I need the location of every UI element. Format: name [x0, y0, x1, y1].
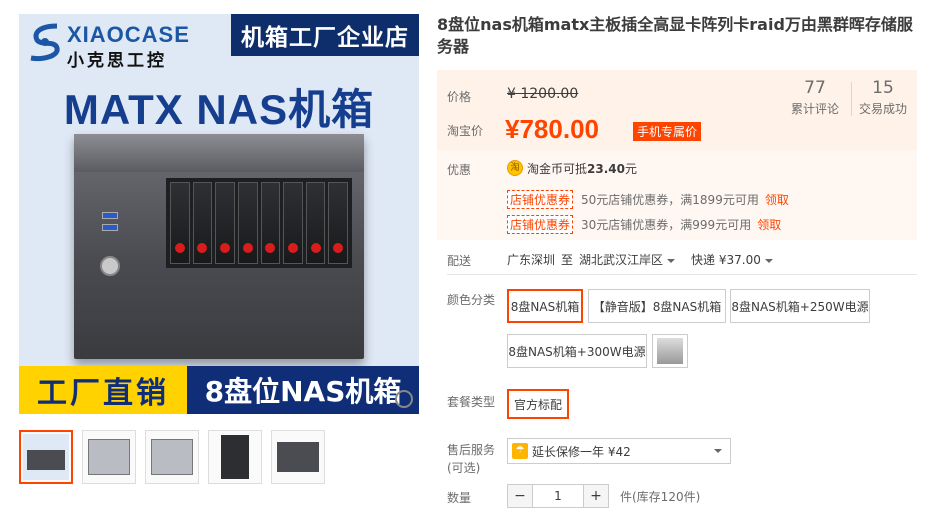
color-option[interactable]: 【静音版】8盘NAS机箱 — [588, 289, 726, 323]
banner-left-text: 工厂直销 — [19, 366, 187, 414]
sales-stat[interactable]: 15 交易成功 — [851, 78, 915, 117]
quantity-input[interactable]: 1 — [533, 484, 583, 508]
coupon-text: 50元店铺优惠券，满1899元可用 — [581, 193, 759, 207]
color-label: 颜色分类 — [447, 293, 496, 307]
thumbnail-image — [23, 434, 69, 480]
coupon-row: 店铺优惠券 30元店铺优惠券，满999元可用 领取 — [507, 215, 781, 234]
thumbnail-1[interactable] — [19, 430, 73, 484]
banner-right-text: 8盘位NAS机箱 — [204, 375, 402, 408]
product-title: 8盘位nas机箱matx主板插全高显卡阵列卡raid万由黑群晖存储服务器 — [437, 15, 913, 56]
coin-text: 淘金币可抵23.40元 — [527, 160, 637, 177]
main-product-image[interactable]: XIAOCASE 小克思工控 机箱工厂企业店 MATX NAS机箱 工厂直销 8… — [19, 14, 419, 414]
taobao-price-label: 淘宝价 — [447, 124, 484, 138]
store-tag: 机箱工厂企业店 — [231, 14, 419, 56]
logo-chinese: 小克思工控 — [67, 51, 167, 71]
power-button-graphic — [100, 256, 120, 276]
ship-method: 快递 ¥37.00 — [691, 253, 761, 267]
coupon-tag: 店铺优惠券 — [507, 215, 574, 234]
thumbnail-2[interactable] — [82, 430, 136, 484]
sales-label: 交易成功 — [858, 102, 907, 116]
ship-method-dropdown[interactable]: 快递 ¥37.00 — [691, 251, 773, 268]
thumbnail-4[interactable] — [208, 430, 262, 484]
shipping-info: 广东深圳 至 湖北武汉江岸区 快递 ¥37.00 — [507, 251, 773, 268]
drive-bay — [192, 182, 213, 264]
quantity-label: 数量 — [447, 491, 472, 505]
coupon-row: 店铺优惠券 50元店铺优惠券，满1899元可用 领取 — [507, 190, 789, 209]
color-option[interactable]: 8盘NAS机箱+300W电源 — [507, 334, 647, 368]
original-price: ¥ 1200.00 — [507, 86, 579, 102]
drive-bay — [215, 182, 235, 264]
drive-bays — [166, 178, 352, 268]
nas-case-illustration — [74, 134, 364, 359]
usb-port — [102, 224, 118, 231]
logo-mark-icon — [30, 23, 60, 61]
warranty-select[interactable]: ☂ 延长保修一年 ¥42 — [507, 438, 731, 464]
quantity-stepper: − 1 + — [507, 484, 609, 508]
coupon-tag: 店铺优惠券 — [507, 190, 574, 209]
current-price: ¥780.00 — [505, 114, 599, 144]
shipping-label: 配送 — [447, 254, 472, 268]
chevron-down-icon — [667, 258, 676, 263]
case-top — [74, 134, 364, 172]
taobao-coin-icon: 淘 — [507, 160, 523, 176]
ship-from: 广东深圳 — [507, 253, 556, 267]
brand-logo: XIAOCASE 小克思工控 — [27, 20, 190, 71]
coin-text-prefix: 淘金币可抵 — [527, 162, 588, 176]
drive-bay — [260, 182, 281, 264]
warranty-value: 延长保修一年 ¥42 — [532, 444, 631, 459]
color-swatch-image — [657, 338, 683, 364]
color-option[interactable]: 8盘NAS机箱 — [507, 289, 583, 323]
divider — [447, 274, 917, 275]
promo-label: 优惠 — [447, 163, 472, 177]
thumbnail-image — [221, 435, 249, 479]
coin-suffix: 元 — [624, 162, 637, 176]
price-label: 价格 — [447, 90, 472, 104]
coin-amount: 23.40 — [587, 162, 625, 176]
ship-to: 湖北武汉江岸区 — [579, 253, 664, 267]
after-sale-sublabel: (可选) — [447, 461, 481, 475]
reviews-count: 77 — [804, 78, 826, 98]
sales-count: 15 — [872, 78, 894, 98]
image-banner: 工厂直销 8盘位NAS机箱 — [19, 366, 419, 414]
usb-port — [102, 212, 118, 219]
increment-button[interactable]: + — [583, 484, 609, 508]
thumbnail-image — [277, 442, 319, 472]
price-panel: 价格 ¥ 1200.00 淘宝价 ¥780.00 手机专属价 77 累计评论 1… — [437, 70, 917, 150]
logo-english: XIAOCASE — [67, 22, 190, 47]
umbrella-icon: ☂ — [512, 443, 528, 459]
package-label: 套餐类型 — [447, 395, 496, 409]
image-headline: MATX NAS机箱 — [63, 86, 375, 133]
coupon-claim-link[interactable]: 领取 — [765, 191, 789, 208]
drive-bay — [305, 182, 326, 264]
reviews-label: 累计评论 — [790, 102, 839, 116]
chevron-down-icon — [764, 258, 773, 263]
drive-bay — [237, 182, 258, 264]
package-option[interactable]: 官方标配 — [507, 389, 569, 419]
color-option-image[interactable] — [652, 334, 688, 368]
decrement-button[interactable]: − — [507, 484, 533, 508]
coupon-claim-link[interactable]: 领取 — [757, 216, 781, 233]
mobile-price-badge[interactable]: 手机专属价 — [633, 122, 702, 141]
coupon-text: 30元店铺优惠券，满999元可用 — [581, 218, 752, 232]
promo-panel: 优惠 淘 淘金币可抵23.40元 店铺优惠券 50元店铺优惠券，满1899元可用… — [437, 150, 917, 240]
thumbnail-strip — [19, 430, 334, 484]
ship-to-dropdown[interactable]: 湖北武汉江岸区 — [579, 251, 676, 268]
drive-bay — [170, 182, 190, 264]
color-option[interactable]: 8盘NAS机箱+250W电源 — [730, 289, 870, 323]
ship-to-word: 至 — [561, 253, 574, 267]
reviews-stat[interactable]: 77 累计评论 — [783, 78, 847, 117]
thumbnail-5[interactable] — [271, 430, 325, 484]
thumbnail-image — [88, 439, 130, 475]
drive-bay — [283, 182, 303, 264]
after-sale-label: 售后服务 — [447, 443, 496, 457]
chevron-down-icon — [714, 449, 722, 453]
thumbnail-3[interactable] — [145, 430, 199, 484]
thumbnail-image — [151, 439, 193, 475]
magnifier-icon[interactable] — [395, 390, 413, 408]
drive-bay — [328, 182, 348, 264]
